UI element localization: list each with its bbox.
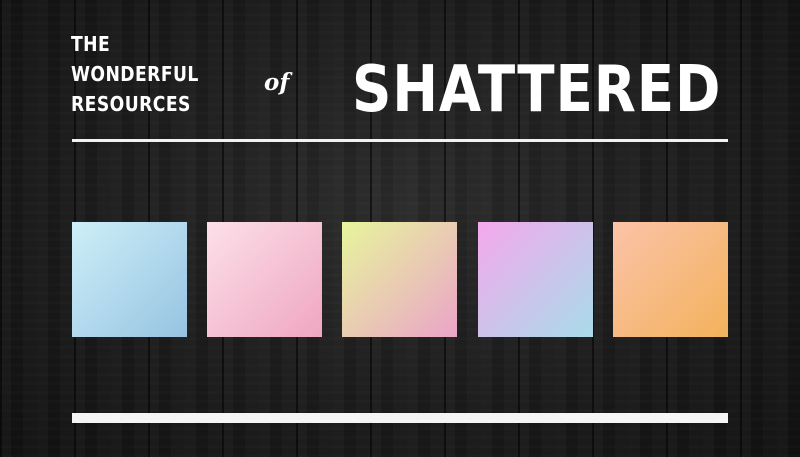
gradient-swatch-violet-blue [478,222,593,337]
connector-word: of [264,69,290,96]
bottom-divider [72,413,728,423]
tagline-line-2: WONDERFUL [71,62,199,86]
headline: SHATTERED [352,53,722,127]
top-divider [72,139,728,142]
tagline: THE WONDERFUL RESOURCES [71,29,199,119]
gradient-swatch-blue [72,222,187,337]
gradient-swatch-peach-orange [613,222,728,337]
tagline-line-3: RESOURCES [71,92,191,116]
banner: THE WONDERFUL RESOURCES of SHATTERED [0,0,800,457]
gradient-swatch-lime-pink [342,222,457,337]
tagline-line-1: THE [71,32,111,56]
gradient-swatch-pink [207,222,322,337]
